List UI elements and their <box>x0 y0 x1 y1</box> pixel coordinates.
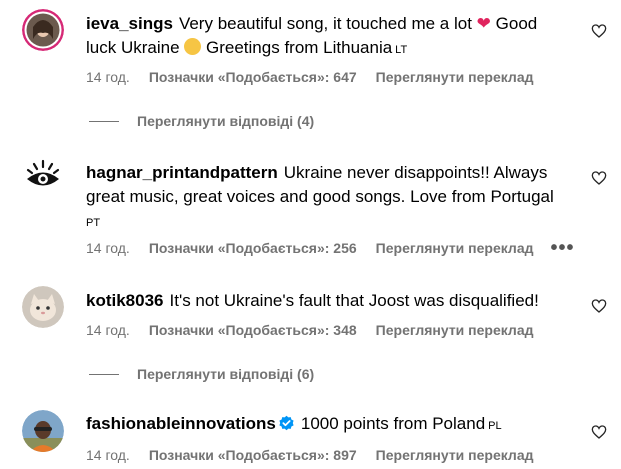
avatar[interactable] <box>22 286 64 328</box>
replies-divider <box>89 120 119 122</box>
translate-link[interactable]: Переглянути переклад <box>376 240 534 256</box>
view-replies-button[interactable]: Переглянути відповіді (4) <box>89 113 314 129</box>
likes-count[interactable]: Позначки «Подобається»: 256 <box>149 240 357 256</box>
timestamp[interactable]: 14 год. <box>86 322 130 338</box>
likes-count[interactable]: Позначки «Подобається»: 647 <box>149 69 357 85</box>
translate-link[interactable]: Переглянути переклад <box>376 69 534 85</box>
likes-count[interactable]: Позначки «Подобається»: 348 <box>149 322 357 338</box>
heart-outline-icon[interactable] <box>591 23 607 39</box>
username[interactable]: fashionableinnovations <box>86 414 276 433</box>
avatar[interactable] <box>22 9 64 51</box>
username[interactable]: kotik8036 <box>86 291 164 310</box>
comment-text: fashionableinnovations 1000 points from P… <box>86 414 502 433</box>
comment-text: kotik8036 It's not Ukraine's fault that J… <box>86 291 539 310</box>
flag-label: PT <box>86 217 101 229</box>
translate-link[interactable]: Переглянути переклад <box>376 447 534 463</box>
flag-label: LT <box>395 44 408 56</box>
username[interactable]: hagnar_printandpattern <box>86 163 278 182</box>
timestamp[interactable]: 14 год. <box>86 447 130 463</box>
heart-outline-icon[interactable] <box>591 298 607 314</box>
likes-count[interactable]: Позначки «Подобається»: 897 <box>149 447 357 463</box>
heart-outline-icon[interactable] <box>591 424 607 440</box>
verified-badge-icon <box>279 415 294 431</box>
red-heart-emoji: ❤ <box>476 14 491 33</box>
more-options-icon[interactable]: ••• <box>551 238 575 258</box>
avatar[interactable] <box>22 410 64 452</box>
comment-text: ieva_sings Very beautiful song, it touche… <box>86 14 538 57</box>
smiling-face-emoji <box>184 38 202 55</box>
flag-label: PL <box>488 420 502 432</box>
heart-outline-icon[interactable] <box>591 170 607 186</box>
username[interactable]: ieva_sings <box>86 14 173 33</box>
comment-text: hagnar_printandpattern Ukraine never disa… <box>86 163 554 229</box>
timestamp[interactable]: 14 год. <box>86 69 130 85</box>
view-replies-button[interactable]: Переглянути відповіді (6) <box>89 366 314 382</box>
translate-link[interactable]: Переглянути переклад <box>376 322 534 338</box>
timestamp[interactable]: 14 год. <box>86 240 130 256</box>
avatar[interactable] <box>22 156 64 198</box>
replies-divider <box>89 373 119 375</box>
